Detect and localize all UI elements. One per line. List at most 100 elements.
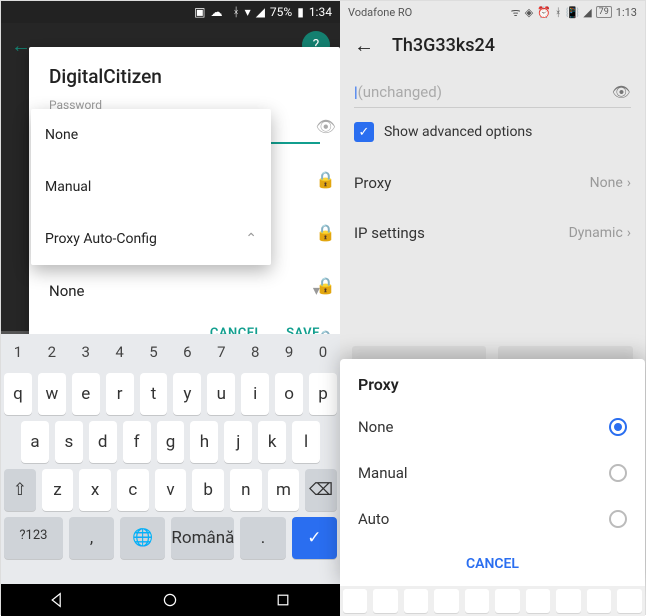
key-m[interactable]: m <box>268 469 300 511</box>
key-x[interactable]: x <box>79 469 111 511</box>
key-3[interactable]: 3 <box>69 334 103 370</box>
password-input[interactable]: |(unchanged) 👁 <box>354 77 631 108</box>
proxy-row[interactable]: Proxy None› <box>340 158 645 208</box>
key-q[interactable]: q <box>4 373 32 415</box>
signal-icon: ◢ <box>583 6 591 19</box>
key-6[interactable]: 6 <box>170 334 204 370</box>
chevron-right-icon: › <box>627 175 631 191</box>
back-arrow-icon[interactable]: ← <box>354 33 374 58</box>
visibility-off-icon[interactable]: 👁 <box>612 83 631 101</box>
ip-settings-row[interactable]: IP settings Dynamic› <box>340 208 645 258</box>
key-backspace[interactable]: ⌫ <box>305 469 337 511</box>
key-l[interactable]: l <box>292 421 320 463</box>
key-k[interactable]: k <box>258 421 286 463</box>
proxy-option-pac[interactable]: Proxy Auto-Config⌃ <box>31 213 271 265</box>
key-space[interactable]: Română <box>171 517 234 559</box>
key-4[interactable]: 4 <box>103 334 137 370</box>
key-symbols[interactable]: ?123 <box>4 517 63 559</box>
key-7[interactable]: 7 <box>204 334 238 370</box>
status-bar: Vodafone RO ᯤ ◈ ⏰ ᚼ 📳 ◢ 79 1:13 <box>340 1 645 23</box>
key-f[interactable]: f <box>123 421 151 463</box>
chevron-up-icon: ⌃ <box>245 231 257 247</box>
page-title: Th3G33ks24 <box>392 35 495 56</box>
key-c[interactable]: c <box>117 469 149 511</box>
key-globe[interactable]: 🌐 <box>120 517 165 559</box>
key-j[interactable]: j <box>224 421 252 463</box>
key-1[interactable]: 1 <box>1 334 35 370</box>
nav-back-icon[interactable] <box>49 592 65 608</box>
battery-text: 75% <box>270 5 292 19</box>
key-d[interactable]: d <box>89 421 117 463</box>
radio-icon <box>609 464 627 482</box>
lock-icon: 🔒 <box>316 276 336 295</box>
key-b[interactable]: b <box>192 469 224 511</box>
vibrate-icon: 📳 <box>565 6 579 19</box>
nfc-icon: ◈ <box>525 6 533 19</box>
nav-home-icon[interactable] <box>162 592 178 608</box>
ip-settings-select[interactable]: None ▾ <box>29 268 340 314</box>
show-advanced-label: Show advanced options <box>384 124 532 140</box>
proxy-dropdown: None Manual Proxy Auto-Config⌃ <box>31 109 271 265</box>
key-v[interactable]: v <box>155 469 187 511</box>
key-z[interactable]: z <box>42 469 74 511</box>
wifi-icon: ᯤ <box>511 5 521 20</box>
key-s[interactable]: s <box>55 421 83 463</box>
wifi-icon: ▾ <box>245 5 251 19</box>
proxy-option-none[interactable]: None <box>340 404 645 450</box>
battery-icon: ▮ <box>297 5 304 19</box>
key-5[interactable]: 5 <box>137 334 171 370</box>
key-h[interactable]: h <box>190 421 218 463</box>
alarm-icon: ⏰ <box>537 6 551 19</box>
proxy-option-none[interactable]: None <box>31 109 271 161</box>
soft-keyboard: 1 2 3 4 5 6 7 8 9 0 q w e r t y u i o p … <box>1 334 340 584</box>
proxy-option-auto[interactable]: Auto <box>340 496 645 542</box>
proxy-option-manual[interactable]: Manual <box>31 161 271 213</box>
visibility-off-icon[interactable]: 👁 <box>316 117 336 136</box>
proxy-bottomsheet: Proxy None Manual Auto CANCEL <box>340 359 645 586</box>
show-advanced-checkbox[interactable]: ✓ <box>354 122 374 142</box>
bluetooth-icon: ᚼ <box>232 5 239 19</box>
android-navbar <box>1 584 340 616</box>
signal-icon: ◢ <box>256 5 265 19</box>
radio-selected-icon <box>609 418 627 436</box>
key-p[interactable]: p <box>309 373 337 415</box>
sheet-title: Proxy <box>340 359 645 404</box>
carrier-label: Vodafone RO <box>348 6 412 19</box>
key-2[interactable]: 2 <box>35 334 69 370</box>
back-arrow-icon[interactable]: ← <box>11 33 31 58</box>
key-enter[interactable]: ✓ <box>292 517 337 559</box>
proxy-option-manual[interactable]: Manual <box>340 450 645 496</box>
sheet-cancel-button[interactable]: CANCEL <box>340 542 645 580</box>
key-r[interactable]: r <box>106 373 134 415</box>
key-w[interactable]: w <box>38 373 66 415</box>
key-9[interactable]: 9 <box>272 334 306 370</box>
lock-icon: 🔒 <box>316 170 336 189</box>
radio-icon <box>609 510 627 528</box>
key-y[interactable]: y <box>173 373 201 415</box>
key-e[interactable]: e <box>72 373 100 415</box>
nav-recents-icon[interactable] <box>275 592 291 608</box>
bluetooth-icon: ᚼ <box>555 6 562 19</box>
key-t[interactable]: t <box>140 373 168 415</box>
key-g[interactable]: g <box>157 421 185 463</box>
keyboard-ghost <box>340 586 645 616</box>
key-u[interactable]: u <box>207 373 235 415</box>
key-dot[interactable]: . <box>240 517 285 559</box>
clock: 1:34 <box>309 5 332 19</box>
key-comma[interactable]: , <box>69 517 114 559</box>
status-bar: ▣ ☁ ᚼ ▾ ◢ 75% ▮ 1:34 <box>1 1 340 23</box>
key-o[interactable]: o <box>275 373 303 415</box>
lock-icon: 🔒 <box>316 223 336 242</box>
chevron-right-icon: › <box>627 225 631 241</box>
key-i[interactable]: i <box>241 373 269 415</box>
app-bar: ← Th3G33ks24 <box>340 23 645 67</box>
key-8[interactable]: 8 <box>238 334 272 370</box>
key-shift[interactable]: ⇧ <box>4 469 36 511</box>
battery-text: 79 <box>596 6 612 18</box>
dialog-title: DigitalCitizen <box>29 65 340 98</box>
cloud-icon: ☁ <box>210 5 222 19</box>
clock: 1:13 <box>616 6 637 19</box>
key-n[interactable]: n <box>230 469 262 511</box>
key-0[interactable]: 0 <box>306 334 340 370</box>
key-a[interactable]: a <box>21 421 49 463</box>
